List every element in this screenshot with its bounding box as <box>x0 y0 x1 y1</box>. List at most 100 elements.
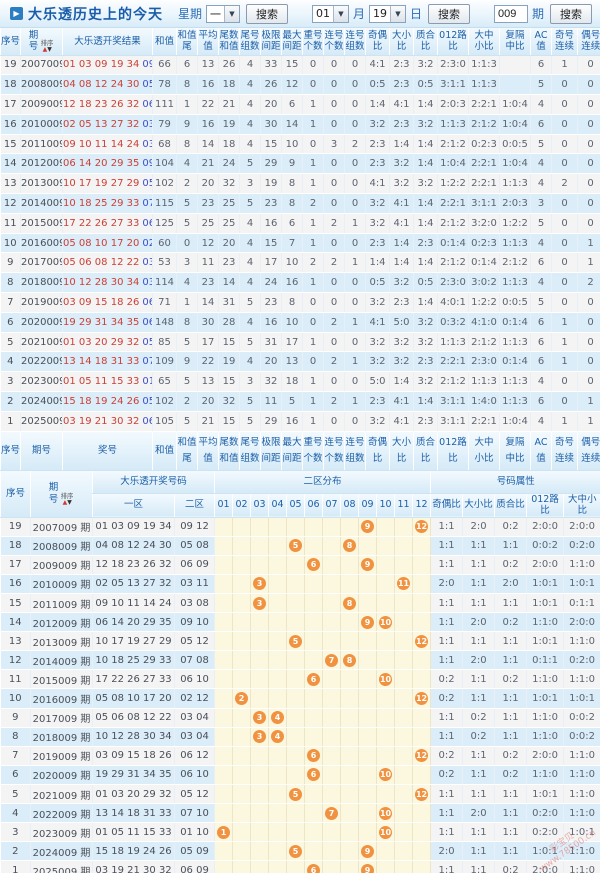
dist-cell <box>305 804 323 823</box>
stat-cell: 1 <box>345 253 366 273</box>
dist-cell: 9 <box>359 555 377 574</box>
front-numbers: 15 18 19 24 26 <box>63 396 139 407</box>
t1-row: 2202400915 18 19 24 2605 091022203251151… <box>1 392 600 412</box>
dist-cell <box>287 613 305 632</box>
dist-cell: 7 <box>323 804 341 823</box>
dist-cell: 4 <box>269 708 287 727</box>
stat-cell: 2:1:2 <box>469 332 500 352</box>
t1-row: 16201000902 05 13 27 3203 11799161943014… <box>1 114 600 134</box>
sort-control[interactable]: 排序▲▼ <box>40 40 54 53</box>
stat-cell: 3:2 <box>366 194 390 214</box>
t1-col-header: 期 号排序▲▼ <box>21 28 63 55</box>
issue-input[interactable] <box>494 5 528 23</box>
dist-cell <box>215 842 233 861</box>
stat-cell: 0 <box>345 372 366 392</box>
sort-desc-icon[interactable]: ▼ <box>47 46 52 53</box>
stat-cell: 28 <box>219 312 240 332</box>
ratio-cell: 1:1 <box>431 613 463 632</box>
dist-cell <box>287 746 305 765</box>
seq-cell: 10 <box>1 689 31 708</box>
dist-cell <box>233 613 251 632</box>
ratio-cell: 0:2 <box>495 555 527 574</box>
ratio-cell: 1:1 <box>495 632 527 651</box>
dist-cell <box>395 536 413 555</box>
stat-cell: 1 <box>552 55 578 75</box>
dist-cell <box>395 708 413 727</box>
ratio-cell: 1:0:1 <box>527 574 564 593</box>
zone2-cell: 05 09 <box>175 842 215 861</box>
stat-cell: 85 <box>153 332 177 352</box>
stat-cell: 3:2 <box>390 154 414 174</box>
stat-cell: 6 <box>531 312 552 332</box>
stat-cell: 4:1 <box>390 392 414 412</box>
issue-cell: 2019009 期 <box>31 746 93 765</box>
ratio-cell: 0:2 <box>463 708 495 727</box>
week-search-button[interactable]: 搜索 <box>246 4 288 24</box>
stat-cell: 1:4 <box>390 253 414 273</box>
issue-search-button[interactable]: 搜索 <box>550 4 592 24</box>
dist-cell <box>341 804 359 823</box>
stat-cell: 0 <box>578 114 600 134</box>
stat-cell: 9 <box>177 114 198 134</box>
ratio-cell: 0:0:2 <box>564 727 600 746</box>
dist-cell <box>359 804 377 823</box>
stat-cell: 2 <box>177 174 198 194</box>
stat-cell: 0:5 <box>414 75 438 95</box>
zone1-cell: 17 22 26 27 33 <box>93 670 175 689</box>
stat-cell: 13 <box>198 55 219 75</box>
back-number-ball: 6 <box>307 768 320 781</box>
stat-cell: 0 <box>345 174 366 194</box>
day-select[interactable]: 19 ▼ <box>369 5 406 23</box>
day-label: 日 <box>410 5 422 22</box>
t2-row: 22024009 期15 18 19 24 2605 09592:01:11:1… <box>1 842 600 861</box>
dist-cell <box>287 727 305 746</box>
stat-cell: 0 <box>578 352 600 372</box>
result-cell: 03 09 15 18 2606 12 <box>63 293 153 313</box>
stat-cell: 1 <box>303 174 324 194</box>
stat-cell: 4 <box>240 273 261 293</box>
issue-cell: 2017009 期 <box>31 708 93 727</box>
stat-cell: 0 <box>578 95 600 115</box>
dist-cell <box>359 784 377 803</box>
t1-row: 19200700901 03 09 19 3409 12666132643315… <box>1 55 600 75</box>
dist-cell <box>269 784 287 803</box>
stat-cell: 5 <box>177 372 198 392</box>
num-col-header: 04 <box>269 493 287 517</box>
week-select[interactable]: 一 ▼ <box>206 5 240 23</box>
dist-cell <box>233 536 251 555</box>
back-numbers: 06 12 <box>142 297 152 308</box>
t1-col-header: 平均 值 <box>198 28 219 55</box>
date-search-button[interactable]: 搜索 <box>428 4 470 24</box>
t1-row: 12201400910 18 25 29 3307 08115523255238… <box>1 194 600 214</box>
zone1-cell: 05 08 10 17 20 <box>93 689 175 708</box>
dist-cell <box>395 746 413 765</box>
sort-control[interactable]: 排序▲▼ <box>60 493 74 506</box>
stat-cell: 2:2:1 <box>469 95 500 115</box>
stat-cell: 1 <box>303 233 324 253</box>
stat-cell: 0 <box>578 332 600 352</box>
footer-col-header: 和值 尾 <box>177 432 198 471</box>
stat-cell: 4 <box>177 154 198 174</box>
stat-cell: 0:5 <box>366 75 390 95</box>
front-numbers: 01 05 11 15 33 <box>63 376 139 387</box>
stat-cell: 1 <box>345 392 366 412</box>
month-select[interactable]: 01 ▼ <box>312 5 349 23</box>
ratio-cell: 1:1 <box>495 651 527 670</box>
seq-cell: 12 <box>1 194 21 214</box>
sort-desc-icon[interactable]: ▼ <box>67 499 72 506</box>
footer-col-header: 期号 <box>21 432 63 471</box>
ratio-cell: 0:2 <box>431 670 463 689</box>
zone1-cell: 10 17 19 27 29 <box>93 632 175 651</box>
stat-cell: 14 <box>198 134 219 154</box>
dist-cell <box>233 842 251 861</box>
t1-col-header: 偶号 连续 <box>578 28 600 55</box>
stat-cell: 1:4 <box>414 194 438 214</box>
ratio-cell: 1:1:0 <box>564 784 600 803</box>
ratio-cell: 1:1 <box>431 651 463 670</box>
stat-cell: 1:1:3 <box>500 392 531 412</box>
dist-cell <box>377 861 395 873</box>
dist-cell <box>233 574 251 593</box>
dist-cell <box>359 574 377 593</box>
dist-cell <box>233 746 251 765</box>
stat-cell: 2:3 <box>390 75 414 95</box>
